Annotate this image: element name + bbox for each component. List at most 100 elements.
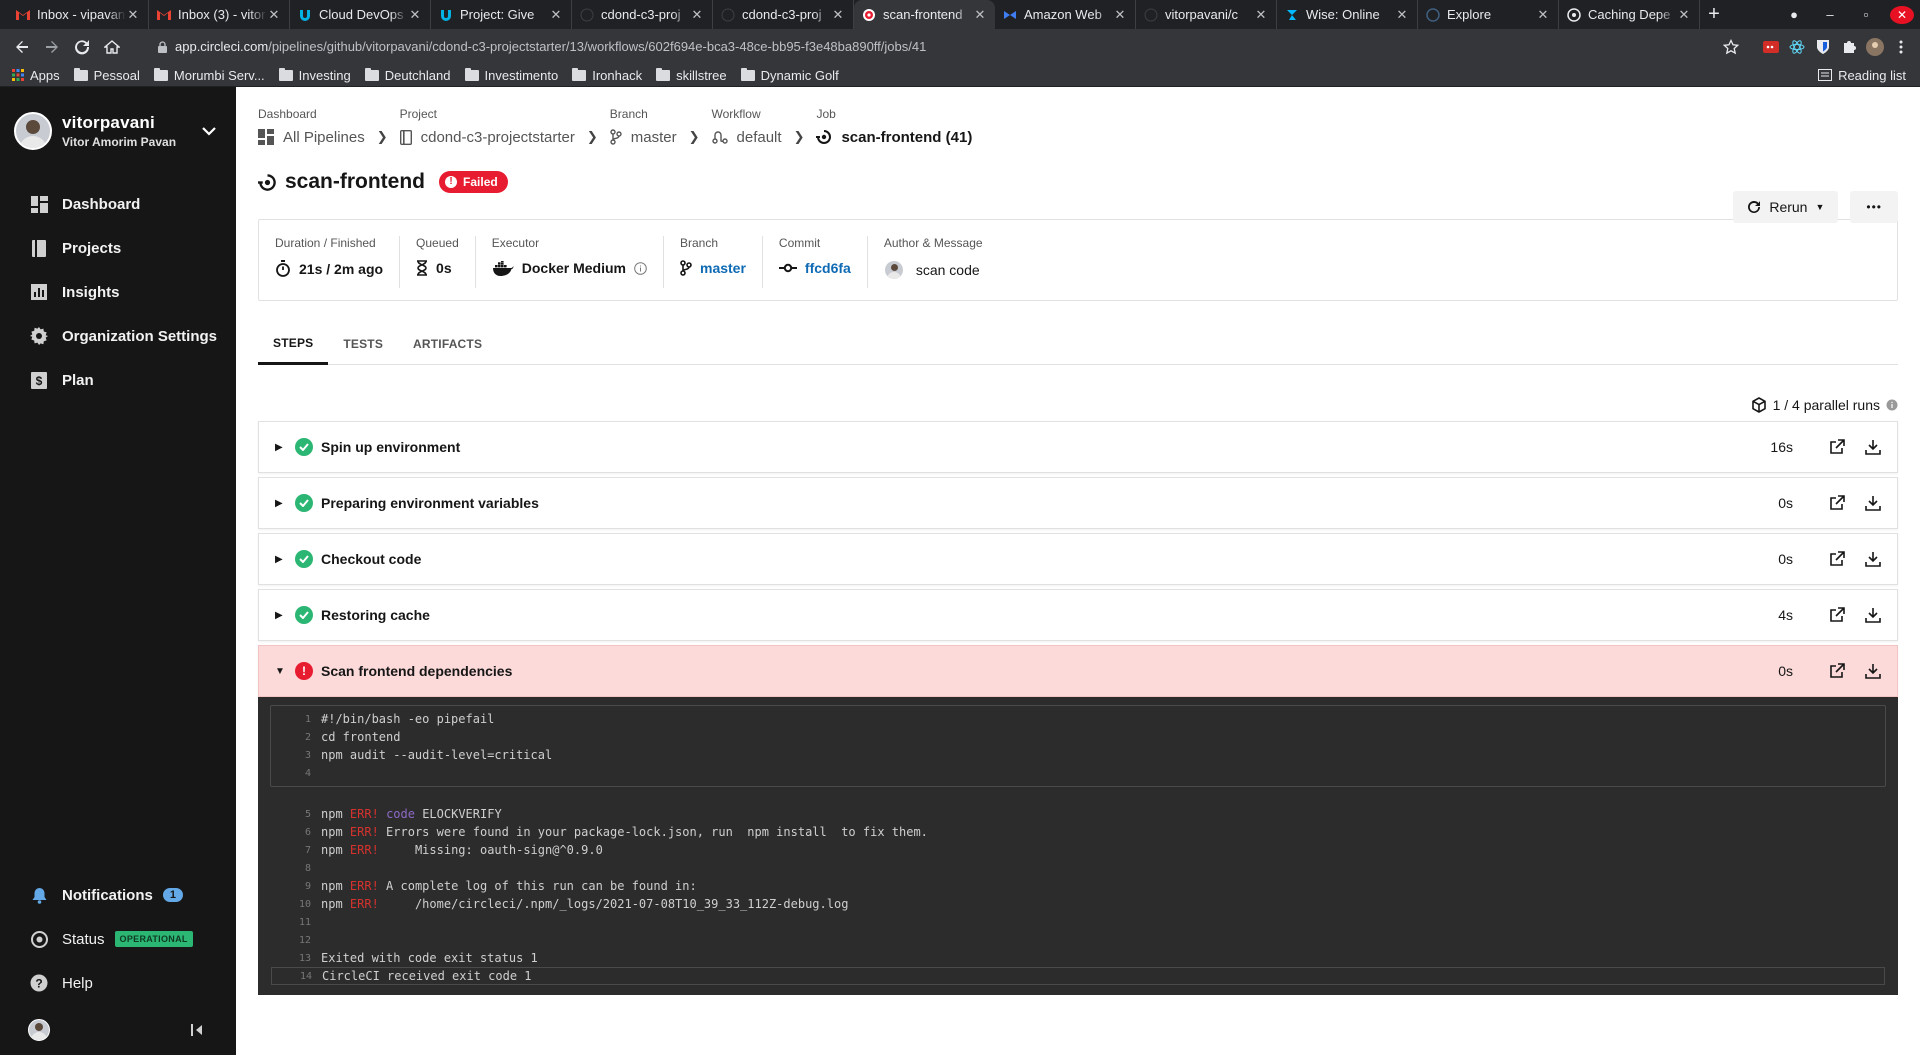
step-row[interactable]: ▶ Checkout code 0s <box>258 533 1898 585</box>
sidebar-item-dashboard[interactable]: Dashboard <box>0 182 236 226</box>
breadcrumb-project[interactable]: Project cdond-c3-projectstarter ❯ <box>400 107 610 157</box>
address-bar[interactable]: app.circleci.com/pipelines/github/vitorp… <box>134 33 1712 60</box>
maximize-button[interactable]: ▫ <box>1848 7 1884 22</box>
close-icon[interactable]: ✕ <box>690 7 704 23</box>
browser-tab[interactable]: Wise: Online ✕ <box>1277 0 1418 29</box>
close-icon[interactable]: ✕ <box>831 7 845 23</box>
bookmark-folder[interactable]: Investimento <box>464 67 558 83</box>
commit-link[interactable]: ffcd6fa <box>805 260 851 276</box>
bookmark-folder[interactable]: Dynamic Golf <box>740 67 839 83</box>
lastpass-extension-icon[interactable] <box>1760 36 1782 58</box>
close-window-button[interactable]: ✕ <box>1890 5 1914 24</box>
step-row[interactable]: ▶ Preparing environment variables 0s <box>258 477 1898 529</box>
footer-avatar[interactable] <box>28 1019 50 1041</box>
external-link-icon[interactable] <box>1827 493 1847 513</box>
browser-tab[interactable]: Inbox (3) - vitor ✕ <box>149 0 290 29</box>
reload-button[interactable] <box>68 33 96 61</box>
browser-tab[interactable]: vitorpavani/c ✕ <box>1136 0 1277 29</box>
close-icon[interactable]: ✕ <box>1113 7 1127 23</box>
tab-artifacts[interactable]: ARTIFACTS <box>398 323 497 365</box>
external-link-icon[interactable] <box>1827 437 1847 457</box>
branch-link[interactable]: master <box>700 260 746 276</box>
close-icon[interactable]: ✕ <box>1254 7 1268 23</box>
close-icon[interactable]: ✕ <box>1395 7 1409 23</box>
close-icon[interactable]: ✕ <box>549 7 563 23</box>
external-link-icon[interactable] <box>1827 549 1847 569</box>
step-row-failed[interactable]: ▼ ! Scan frontend dependencies 0s <box>258 645 1898 697</box>
bookmark-folder[interactable]: Deutchland <box>364 67 451 83</box>
parallel-runs[interactable]: 1 / 4 parallel runs <box>258 395 1898 415</box>
step-row[interactable]: ▶ Restoring cache 4s <box>258 589 1898 641</box>
browser-tab[interactable]: Caching Depe ✕ <box>1559 0 1700 29</box>
breadcrumb-branch[interactable]: Branch master ❯ <box>610 107 712 157</box>
bookmark-folder[interactable]: Morumbi Serv... <box>153 67 265 83</box>
back-button[interactable] <box>8 33 36 61</box>
console-line: 12 <box>298 934 311 946</box>
react-extension-icon[interactable] <box>1786 36 1808 58</box>
info-icon[interactable] <box>1886 399 1898 411</box>
new-tab-button[interactable]: + <box>1700 0 1728 29</box>
browser-tab[interactable]: Project: Give ✕ <box>431 0 572 29</box>
bookmark-folder[interactable]: Ironhack <box>572 67 642 83</box>
bookmarks-bar: Apps Pessoal Morumbi Serv... Investing D… <box>0 64 1920 87</box>
console-line: 13 Exited with code exit status 1 <box>298 951 538 965</box>
user-menu[interactable]: vitorpavani Vitor Amorim Pavan <box>0 87 236 159</box>
close-icon[interactable]: ✕ <box>973 7 987 23</box>
bitwarden-extension-icon[interactable] <box>1812 36 1834 58</box>
rerun-button[interactable]: Rerun ▼ <box>1733 191 1839 223</box>
browser-tab[interactable]: cdond-c3-proj ✕ <box>572 0 713 29</box>
sidebar-item-plan[interactable]: $ Plan <box>0 358 236 402</box>
bookmark-folder[interactable]: Investing <box>278 67 351 83</box>
close-icon[interactable]: ✕ <box>126 7 140 23</box>
browser-tab[interactable]: Cloud DevOps ✕ <box>290 0 431 29</box>
folder-icon <box>464 67 479 81</box>
breadcrumb-dashboard[interactable]: Dashboard All Pipelines ❯ <box>258 107 400 157</box>
browser-tab-active[interactable]: scan-frontend ✕ <box>854 0 995 29</box>
browser-tab[interactable]: Inbox - vipavani ✕ <box>8 0 149 29</box>
browser-tab[interactable]: Explore ✕ <box>1418 0 1559 29</box>
collapse-sidebar-icon[interactable] <box>190 1023 204 1037</box>
tab-tests[interactable]: TESTS <box>328 323 398 365</box>
bookmark-apps[interactable]: Apps <box>12 68 60 83</box>
close-icon[interactable]: ✕ <box>267 7 281 23</box>
close-icon[interactable]: ✕ <box>1536 7 1550 23</box>
forward-button[interactable] <box>38 33 66 61</box>
download-icon[interactable] <box>1863 493 1883 513</box>
browser-tab[interactable]: Amazon Web ✕ <box>995 0 1136 29</box>
tab-steps[interactable]: STEPS <box>258 323 329 365</box>
reading-list-button[interactable]: Reading list <box>1818 68 1906 83</box>
download-icon[interactable] <box>1863 661 1883 681</box>
external-link-icon[interactable] <box>1827 661 1847 681</box>
step-row[interactable]: ▶ Spin up environment 16s <box>258 421 1898 473</box>
puzzle-extensions-icon[interactable] <box>1838 36 1860 58</box>
sidebar-item-projects[interactable]: Projects <box>0 226 236 270</box>
close-icon[interactable]: ✕ <box>1677 7 1691 23</box>
bookmark-star-icon[interactable] <box>1720 36 1742 58</box>
minimize-button[interactable]: – <box>1812 7 1848 22</box>
chevron-down-icon[interactable] <box>202 126 216 136</box>
info-icon[interactable] <box>634 261 647 275</box>
chrome-menu-icon[interactable] <box>1890 36 1912 58</box>
download-icon[interactable] <box>1863 605 1883 625</box>
home-button[interactable] <box>98 33 126 61</box>
external-link-icon[interactable] <box>1827 605 1847 625</box>
sidebar-item-organization-settings[interactable]: Organization Settings <box>0 314 236 358</box>
breadcrumb-workflow[interactable]: Workflow default ❯ <box>712 107 817 157</box>
bookmark-folder[interactable]: Pessoal <box>73 67 140 83</box>
download-icon[interactable] <box>1863 437 1883 457</box>
console-line: 3 npm audit --audit-level=critical <box>304 748 553 762</box>
profile-avatar-icon[interactable] <box>1864 36 1886 58</box>
commit-icon <box>778 263 797 273</box>
browser-tab[interactable]: cdond-c3-proj ✕ <box>713 0 854 29</box>
bookmark-folder[interactable]: skillstree <box>656 67 727 83</box>
download-icon[interactable] <box>1863 549 1883 569</box>
step-console-output[interactable]: 1 #!/bin/bash -eo pipefail 2 cd frontend 3… <box>258 697 1898 995</box>
sidebar-item-insights[interactable]: Insights <box>0 270 236 314</box>
sidebar-item-notifications[interactable]: Notifications 1 <box>0 873 236 917</box>
close-icon[interactable]: ✕ <box>408 7 422 23</box>
sidebar-item-status[interactable]: Status OPERATIONAL <box>0 917 236 961</box>
console-line: 1 #!/bin/bash -eo pipefail <box>304 712 495 726</box>
more-options-button[interactable]: ••• <box>1850 191 1898 223</box>
profile-menu-icon[interactable]: ● <box>1776 7 1812 22</box>
sidebar-item-help[interactable]: ? Help <box>0 961 236 1005</box>
